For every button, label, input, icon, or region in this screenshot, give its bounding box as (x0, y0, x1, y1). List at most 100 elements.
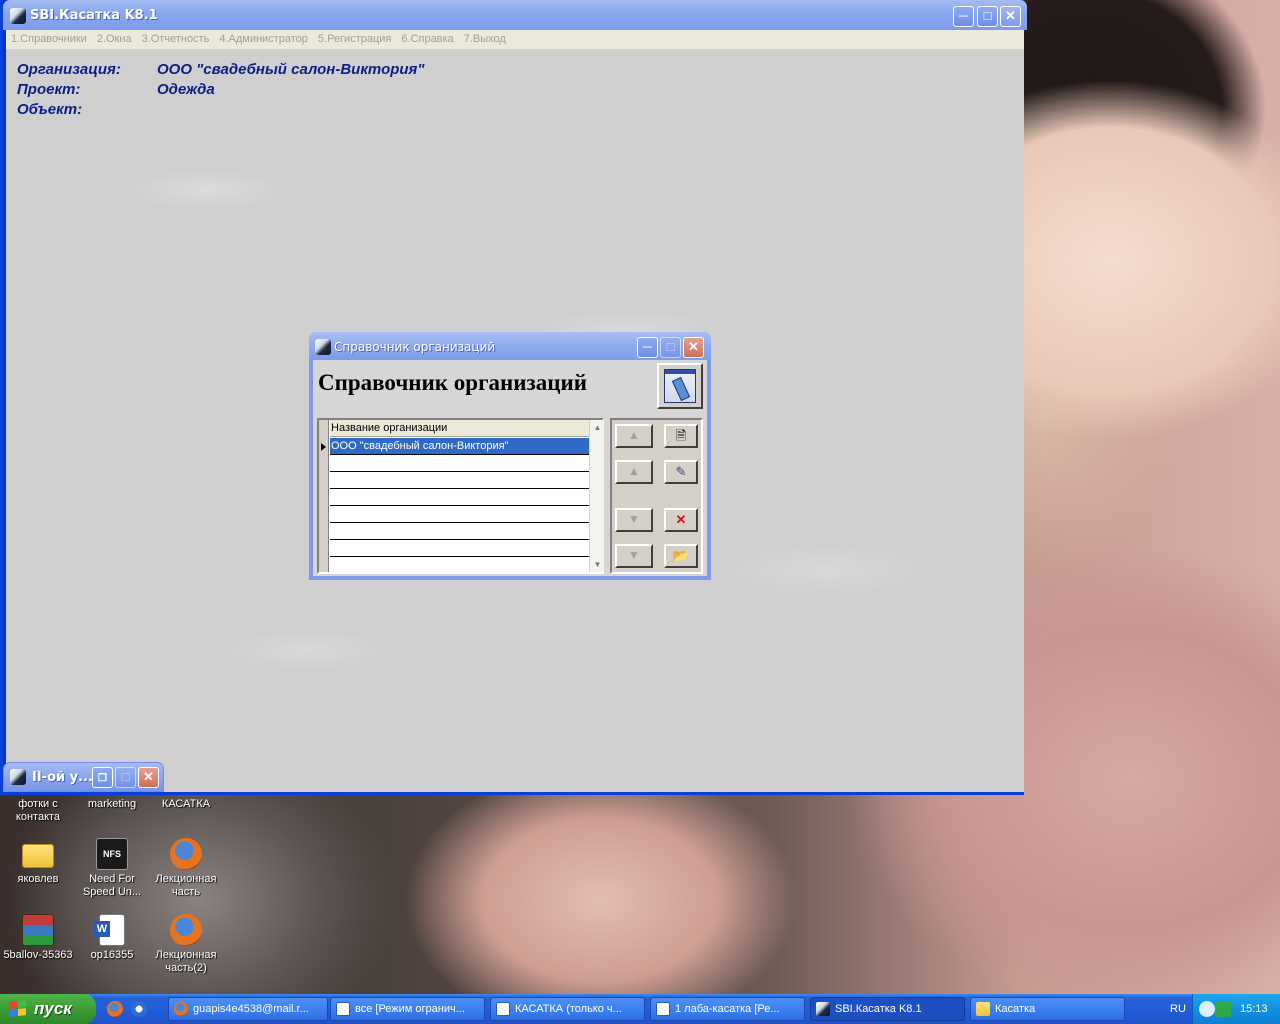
desktop-icon-label: яковлев (17, 873, 59, 885)
desktop-icon-kasatka[interactable]: КАСАТКА (148, 798, 224, 811)
close-button[interactable]: ✕ (138, 767, 159, 788)
minimized-window-title: II-ой у... (32, 770, 93, 785)
minimize-button[interactable]: ─ (953, 6, 974, 27)
restore-button[interactable]: ❐ (92, 767, 113, 788)
taskbar-button-word-3[interactable]: 1 лаба-касатка [Ре... (650, 997, 805, 1021)
dialog-minimize-button[interactable]: ─ (637, 337, 658, 358)
open-record-button[interactable]: 📂 (664, 544, 698, 568)
restore-icon: ❐ (98, 773, 107, 784)
table-row[interactable] (330, 455, 589, 472)
organization-label: Организация: (17, 61, 121, 78)
table-row[interactable] (330, 472, 589, 489)
tray-expand-icon[interactable] (1199, 1001, 1215, 1017)
scroll-up-icon[interactable]: ▲ (590, 420, 605, 435)
maximize-icon: □ (666, 339, 675, 354)
minimized-child-window[interactable]: II-ой у... ❐ □ ✕ (3, 762, 164, 792)
desktop-icon-yakovlev[interactable]: яковлев (0, 838, 76, 886)
table-row[interactable] (330, 523, 589, 540)
word-icon (656, 1002, 670, 1016)
taskbar-button-firefox[interactable]: guapis4e4538@mail.r... (168, 997, 328, 1021)
desktop-icon-lecture[interactable]: Лекционная часть (148, 838, 224, 899)
close-button[interactable]: ✕ (1000, 6, 1021, 27)
menu-item-admin[interactable]: 4.Администратор (214, 30, 313, 49)
vertical-scrollbar[interactable]: ▲ ▼ (589, 420, 604, 572)
start-button[interactable]: пуск (0, 994, 96, 1024)
menu-item-reports[interactable]: 3.Отчетность (137, 30, 215, 49)
taskbar-button-word-2[interactable]: КАСАТКА (только ч... (490, 997, 645, 1021)
window-title: SBI.Касатка K8.1 (30, 8, 158, 23)
previous-record-button[interactable]: ▲ (615, 460, 653, 484)
desktop-icon-label: op16355 (90, 949, 134, 961)
minimize-icon: ─ (958, 8, 969, 23)
dialog-body: Справочник организаций Название организа… (313, 360, 707, 576)
maximize-button: □ (115, 767, 136, 788)
taskbar-button-kasatka-app[interactable]: SBI.Касатка K8.1 (810, 997, 965, 1021)
organizations-dialog: Справочник организаций ─ □ ✕ Справочник … (309, 332, 711, 580)
delete-record-button[interactable]: ✕ (664, 508, 698, 532)
dialog-titlebar[interactable]: Справочник организаций ─ □ ✕ (309, 332, 711, 360)
main-titlebar[interactable]: SBI.Касатка K8.1 ─ □ ✕ (3, 0, 1027, 30)
table-row[interactable] (330, 489, 589, 506)
desktop-icon-label: Лекционная часть (155, 873, 217, 898)
menu-item-directories[interactable]: 1.Справочники (6, 30, 92, 49)
maximize-icon: □ (121, 769, 130, 784)
first-record-button[interactable]: ▲ (615, 424, 653, 448)
scroll-icon (671, 376, 691, 402)
desktop-icon-label: Лекционная часть(2) (155, 949, 217, 974)
menu-item-exit[interactable]: 7.Выход (459, 30, 511, 49)
maximize-button[interactable]: □ (977, 6, 998, 27)
menu-item-windows[interactable]: 2.Окна (92, 30, 137, 49)
last-record-button[interactable]: ▼ (615, 544, 653, 568)
help-book-icon (664, 369, 696, 403)
column-header-org-name[interactable]: Название организации (330, 420, 589, 437)
open-folder-icon: 📂 (672, 548, 690, 563)
desktop-icon-op16355[interactable]: op16355 (74, 914, 150, 962)
desktop-icon-nfs[interactable]: NFS Need For Speed Un... (74, 838, 150, 899)
delete-icon: ✕ (675, 512, 687, 527)
desktop-icon-lecture-2[interactable]: Лекционная часть(2) (148, 914, 224, 975)
firefox-quicklaunch-icon[interactable] (107, 1001, 123, 1017)
winrar-icon (22, 914, 54, 946)
next-record-icon: ▼ (628, 512, 640, 526)
language-indicator[interactable]: RU (1170, 994, 1186, 1024)
menu-bar: 1.Справочники 2.Окна 3.Отчетность 4.Админис… (6, 30, 1024, 50)
first-record-icon: ▲ (628, 428, 640, 442)
organizations-grid[interactable]: Название организации ООО "свадебный сало… (317, 418, 604, 574)
app-icon[interactable] (315, 339, 331, 355)
menu-item-help[interactable]: 6.Справка (396, 30, 458, 49)
taskbar-button-label: Касатка (995, 1003, 1036, 1015)
edit-record-button[interactable]: ✎ (664, 460, 698, 484)
app-icon[interactable] (10, 769, 26, 785)
app-icon[interactable] (10, 8, 26, 24)
table-row[interactable] (330, 506, 589, 523)
previous-record-icon: ▲ (628, 464, 640, 478)
taskbar-button-word-1[interactable]: все [Режим огранич... (330, 997, 485, 1021)
word-icon (336, 1002, 350, 1016)
dialog-heading: Справочник организаций (318, 370, 588, 395)
folder-icon (22, 844, 54, 868)
desktop-icon-label: 5ballov-35363 (3, 949, 73, 961)
table-row[interactable]: ООО "свадебный салон-Виктория" (330, 438, 589, 455)
organization-value: ООО "свадебный салон-Виктория" (157, 61, 425, 78)
taskbar-button-folder[interactable]: Касатка (970, 997, 1125, 1021)
help-button[interactable] (657, 363, 703, 409)
taskbar-button-label: guapis4e4538@mail.r... (193, 1003, 309, 1015)
new-record-button[interactable]: 🗎 (664, 424, 698, 448)
clock[interactable]: 15:13 (1240, 994, 1268, 1024)
scroll-down-icon[interactable]: ▼ (590, 557, 605, 572)
dialog-close-button[interactable]: ✕ (683, 337, 704, 358)
table-row[interactable] (330, 540, 589, 557)
next-record-button[interactable]: ▼ (615, 508, 653, 532)
tray-app-icon[interactable] (1215, 1001, 1231, 1017)
desktop-icon-label: marketing (87, 798, 137, 810)
desktop-icon-photos[interactable]: фотки с контакта (0, 798, 76, 824)
taskbar: пуск guapis4e4538@mail.r... все [Режим о… (0, 994, 1280, 1024)
desktop-icon-5ballov[interactable]: 5ballov-35363 (0, 914, 76, 962)
media-player-quicklaunch-icon[interactable] (131, 1001, 147, 1017)
current-row-pointer-icon (321, 443, 326, 451)
firefox-icon (174, 1002, 188, 1016)
menu-item-registration[interactable]: 5.Регистрация (313, 30, 396, 49)
app-icon (816, 1002, 830, 1016)
project-value: Одежда (157, 81, 215, 98)
desktop-icon-marketing[interactable]: marketing (74, 798, 150, 811)
